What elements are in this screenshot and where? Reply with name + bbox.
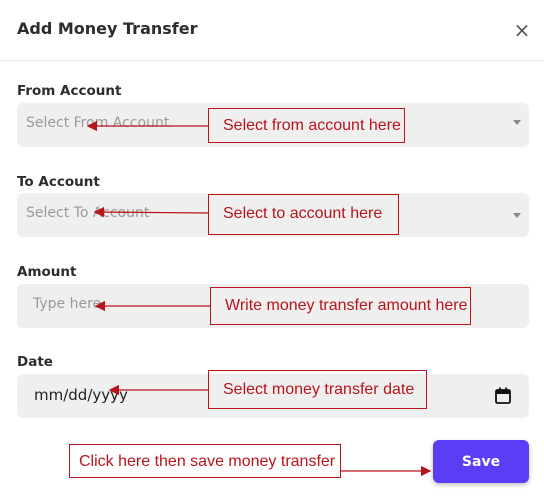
date-value: mm/dd/yyyy (34, 386, 128, 404)
from-account-placeholder: Select From Account (26, 115, 170, 131)
amount-label: Amount (17, 264, 77, 280)
annotation-amount: Write money transfer amount here (210, 287, 471, 325)
chevron-down-icon (513, 120, 521, 125)
annotation-date: Select money transfer date (208, 370, 427, 409)
modal-title: Add Money Transfer (17, 19, 198, 38)
amount-placeholder: Type here (33, 296, 102, 312)
from-account-label: From Account (17, 83, 122, 99)
chevron-down-icon (513, 213, 521, 218)
calendar-icon[interactable] (495, 387, 511, 404)
date-label: Date (17, 354, 53, 370)
save-button[interactable]: Save (433, 440, 529, 483)
annotation-from-account: Select from account here (208, 108, 405, 143)
annotation-to-account: Select to account here (208, 194, 399, 235)
annotation-save: Click here then save money transfer (69, 444, 341, 478)
to-account-placeholder: Select To Account (26, 205, 150, 221)
close-icon[interactable]: × (512, 18, 532, 42)
to-account-label: To Account (17, 174, 100, 190)
modal-header: Add Money Transfer × (0, 0, 544, 61)
annotation-arrows (86, 120, 432, 477)
